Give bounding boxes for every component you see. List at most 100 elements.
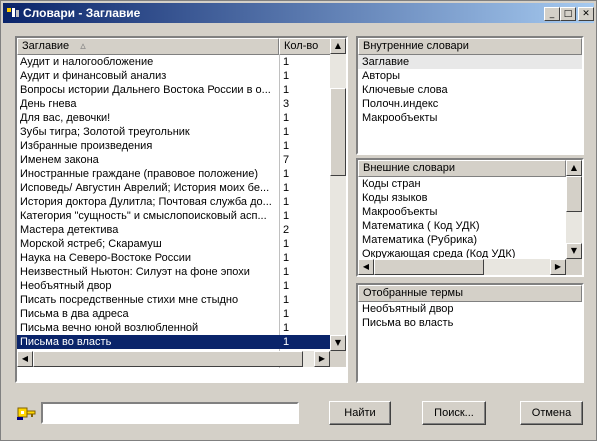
row-count: 2 xyxy=(283,224,290,236)
table-row[interactable]: История доктора Дулитла; Почтовая служба… xyxy=(17,195,330,209)
table-row[interactable]: Вопросы истории Дальнего Востока России … xyxy=(17,83,330,97)
scrollbar-corner xyxy=(330,351,346,367)
external-dictionaries-header: Внешние словари xyxy=(358,160,566,177)
external-hscrollbar-thumb[interactable] xyxy=(374,259,484,275)
hscrollbar-thumb[interactable] xyxy=(33,351,303,367)
column-header-title[interactable]: Заглавие ▵ xyxy=(17,38,279,55)
scroll-right-arrow-icon[interactable]: ▶ xyxy=(314,351,330,367)
external-dictionaries-list[interactable]: Внешние словари Коды стран Коды языков Мак… xyxy=(356,158,584,277)
sort-ascending-icon: ▵ xyxy=(80,40,86,52)
external-scroll-left-arrow-icon[interactable]: ◀ xyxy=(358,259,374,275)
internal-dictionaries-list[interactable]: Внутренние словари Заглавие Авторы Ключевы… xyxy=(356,36,584,155)
external-scroll-up-arrow-icon[interactable]: ▲ xyxy=(566,160,582,176)
row-title: Наука на Северо-Востоке России xyxy=(20,252,192,264)
row-count: 1 xyxy=(283,294,290,306)
app-icon xyxy=(6,6,20,19)
dictionaries-window: Словари - Заглавие _ □ ✕ Заглавие ▵ Кол-… xyxy=(0,0,597,441)
scroll-up-arrow-icon[interactable]: ▲ xyxy=(330,38,346,54)
row-title: Необъятный двор xyxy=(20,280,112,292)
internal-dictionary-item[interactable]: Макрообъекты xyxy=(362,111,578,125)
table-row[interactable]: Для вас, девочки! 1 xyxy=(17,111,330,125)
selected-term-item[interactable]: Необъятный двор xyxy=(362,302,578,316)
scrollbar-thumb[interactable] xyxy=(330,88,346,176)
row-title: Зубы тигра; Золотой треугольник xyxy=(20,126,190,138)
row-title: Писать посредственные стихи мне стыдно xyxy=(20,294,239,306)
selected-term-item[interactable]: Письма во власть xyxy=(362,316,578,330)
row-title: Именем закона xyxy=(20,154,99,166)
table-row-selected[interactable]: Письма во власть 1 xyxy=(17,335,330,349)
vertical-scrollbar[interactable]: ▲ ▼ xyxy=(330,38,346,351)
table-row[interactable]: Избранные произведения 1 xyxy=(17,139,330,153)
row-title: Для вас, девочки! xyxy=(20,112,111,124)
minimize-button[interactable]: _ xyxy=(544,7,560,21)
table-row[interactable]: Аудит и финансовый анализ 1 xyxy=(17,69,330,83)
search-button[interactable]: Поиск... xyxy=(422,401,486,425)
row-title: Морской ястреб; Скарамуш xyxy=(20,238,162,250)
search-input[interactable] xyxy=(41,402,299,424)
row-count: 1 xyxy=(283,238,290,250)
row-title: Иностранные граждане (правовое положение… xyxy=(20,168,259,180)
external-dictionary-item[interactable]: Математика (Рубрика) xyxy=(362,233,562,247)
row-title: Письма вечно юной возлюбленной xyxy=(20,322,199,334)
internal-dictionary-item[interactable]: Заглавие xyxy=(358,55,582,69)
row-title: Письма во власть xyxy=(20,336,112,348)
titles-table[interactable]: Заглавие ▵ Кол-во Аудит и налогообложени… xyxy=(15,36,348,383)
column-header-count[interactable]: Кол-во xyxy=(279,38,331,55)
table-row[interactable]: Именем закона 7 xyxy=(17,153,330,167)
selected-terms-list[interactable]: Отобранные термы Необъятный двор Письма в… xyxy=(356,283,584,383)
external-scroll-down-arrow-icon[interactable]: ▼ xyxy=(566,243,582,259)
horizontal-scrollbar[interactable]: ◀ ▶ xyxy=(17,351,330,367)
external-dictionary-item[interactable]: Коды языков xyxy=(362,191,562,205)
table-row[interactable]: Письма вечно юной возлюбленной 1 xyxy=(17,321,330,335)
table-row[interactable]: Иностранные граждане (правовое положение… xyxy=(17,167,330,181)
scroll-left-arrow-icon[interactable]: ◀ xyxy=(17,351,33,367)
table-row[interactable]: Категория "сущность" и смыслопоисковый а… xyxy=(17,209,330,223)
selected-terms-header: Отобранные термы xyxy=(358,285,582,302)
table-row[interactable]: Наука на Северо-Востоке России 1 xyxy=(17,251,330,265)
column-header-title-label: Заглавие xyxy=(22,40,70,52)
row-count: 1 xyxy=(283,196,290,208)
find-button[interactable]: Найти xyxy=(329,401,391,425)
row-count: 1 xyxy=(283,70,290,82)
table-row[interactable]: Письма в два адреса 1 xyxy=(17,307,330,321)
external-dictionary-item[interactable]: Окружающая среда (Код УДК) xyxy=(362,247,562,258)
row-title: Избранные произведения xyxy=(20,140,153,152)
internal-dictionary-item[interactable]: Полочн.индекс xyxy=(362,97,578,111)
title-bar[interactable]: Словари - Заглавие _ □ ✕ xyxy=(3,3,594,23)
table-row[interactable]: Мастера детектива 2 xyxy=(17,223,330,237)
external-dictionary-item[interactable]: Коды стран xyxy=(362,177,562,191)
internal-dictionary-item[interactable]: Ключевые слова xyxy=(362,83,578,97)
table-row[interactable]: Писать посредственные стихи мне стыдно 1 xyxy=(17,293,330,307)
scroll-down-arrow-icon[interactable]: ▼ xyxy=(330,335,346,351)
table-row[interactable]: Неизвестный Ньютон: Силуэт на фоне эпохи… xyxy=(17,265,330,279)
external-vertical-scrollbar[interactable]: ▲ ▼ xyxy=(566,160,582,259)
close-button[interactable]: ✕ xyxy=(578,7,594,21)
external-scrollbar-thumb[interactable] xyxy=(566,176,582,212)
cancel-button[interactable]: Отмена xyxy=(520,401,583,425)
table-row[interactable]: Зубы тигра; Золотой треугольник 1 xyxy=(17,125,330,139)
row-count: 1 xyxy=(283,322,290,334)
external-scroll-right-arrow-icon[interactable]: ▶ xyxy=(550,259,566,275)
row-count: 1 xyxy=(283,252,290,264)
row-count: 7 xyxy=(283,154,290,166)
table-row[interactable]: Исповедь/ Августин Аврелий; История моих… xyxy=(17,181,330,195)
row-title: Вопросы истории Дальнего Востока России … xyxy=(20,84,271,96)
row-title: Письма в два адреса xyxy=(20,308,129,320)
external-scrollbar-corner xyxy=(566,259,582,275)
row-count: 1 xyxy=(283,126,290,138)
table-row[interactable]: Морской ястреб; Скарамуш 1 xyxy=(17,237,330,251)
row-title: Неизвестный Ньютон: Силуэт на фоне эпохи xyxy=(20,266,250,278)
external-dictionary-item[interactable]: Математика ( Код УДК) xyxy=(362,219,562,233)
maximize-button[interactable]: □ xyxy=(560,7,576,21)
table-row[interactable]: Аудит и налогообложение 1 xyxy=(17,55,330,69)
window-title: Словари - Заглавие xyxy=(23,6,141,20)
table-row[interactable]: Необъятный двор 1 xyxy=(17,279,330,293)
external-horizontal-scrollbar[interactable]: ◀ ▶ xyxy=(358,259,566,275)
internal-dictionaries-header: Внутренние словари xyxy=(358,38,582,55)
row-count: 1 xyxy=(283,84,290,96)
table-row[interactable]: День гнева 3 xyxy=(17,97,330,111)
internal-dictionary-item[interactable]: Авторы xyxy=(362,69,578,83)
row-count: 1 xyxy=(283,56,290,68)
key-search-icon xyxy=(17,407,36,420)
external-dictionary-item[interactable]: Макрообъекты xyxy=(362,205,562,219)
